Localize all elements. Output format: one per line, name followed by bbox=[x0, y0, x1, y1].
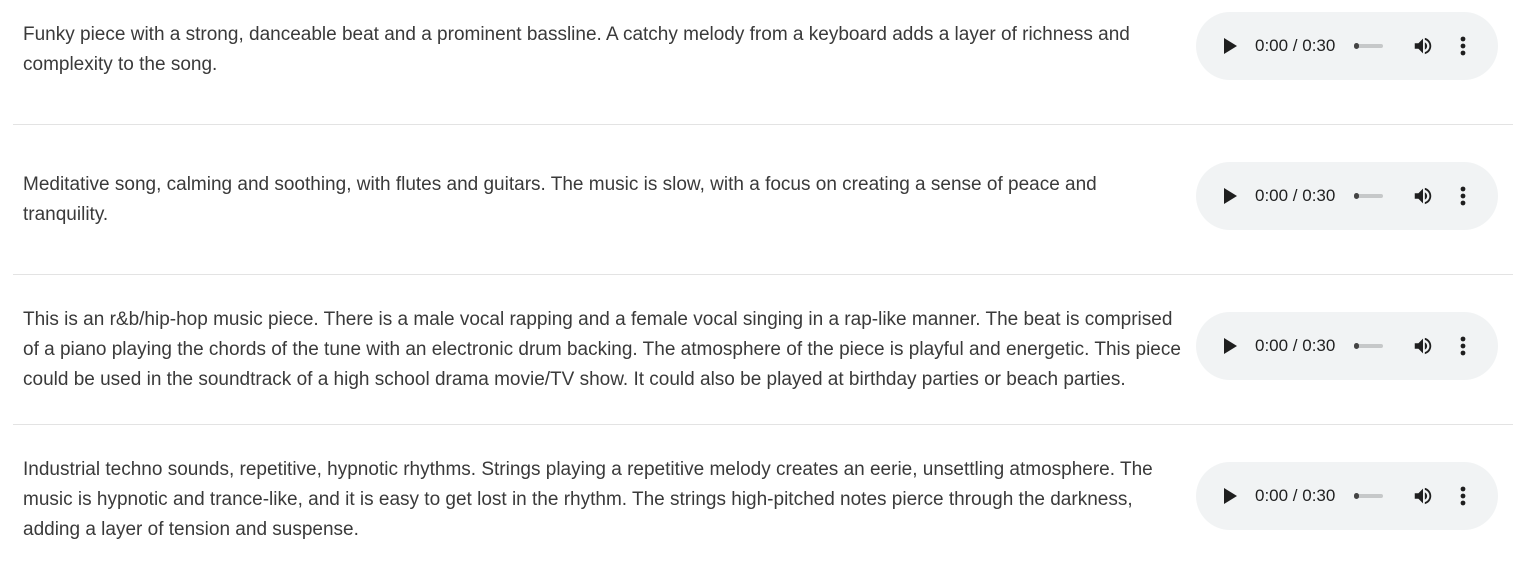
time-display: 0:00 / 0:30 bbox=[1255, 336, 1336, 355]
list-item: Meditative song, calming and soothing, w… bbox=[13, 125, 1513, 275]
play-button[interactable] bbox=[1214, 480, 1246, 512]
more-options-button[interactable] bbox=[1451, 182, 1475, 210]
track-description: Industrial techno sounds, repetitive, hy… bbox=[23, 425, 1183, 575]
list-item: This is an r&b/hip-hop music piece. Ther… bbox=[13, 275, 1513, 425]
volume-button[interactable] bbox=[1409, 32, 1437, 60]
volume-icon bbox=[1415, 337, 1432, 355]
seek-knob[interactable] bbox=[1354, 343, 1360, 349]
seek-knob[interactable] bbox=[1354, 493, 1360, 499]
time-display: 0:00 / 0:30 bbox=[1255, 186, 1336, 205]
play-icon bbox=[1224, 488, 1237, 504]
track-description-text: This is an r&b/hip-hop music piece. Ther… bbox=[23, 308, 1181, 390]
list-item: Industrial techno sounds, repetitive, hy… bbox=[13, 425, 1513, 575]
track-description: Meditative song, calming and soothing, w… bbox=[23, 125, 1183, 274]
seek-slider[interactable] bbox=[1354, 343, 1384, 349]
volume-icon bbox=[1415, 187, 1432, 205]
more-vertical-icon bbox=[1460, 336, 1466, 356]
seek-slider[interactable] bbox=[1354, 43, 1384, 49]
volume-icon bbox=[1415, 487, 1432, 505]
more-options-button[interactable] bbox=[1451, 32, 1475, 60]
more-options-button[interactable] bbox=[1451, 332, 1475, 360]
play-button[interactable] bbox=[1214, 330, 1246, 362]
seek-knob[interactable] bbox=[1354, 43, 1360, 49]
audio-player: 0:00 / 0:30 bbox=[1196, 162, 1498, 230]
more-vertical-icon bbox=[1460, 36, 1466, 56]
time-display: 0:00 / 0:30 bbox=[1255, 486, 1336, 505]
track-description-text: Meditative song, calming and soothing, w… bbox=[23, 173, 1097, 225]
more-options-button[interactable] bbox=[1451, 482, 1475, 510]
track-description: This is an r&b/hip-hop music piece. Ther… bbox=[23, 275, 1183, 424]
volume-button[interactable] bbox=[1409, 182, 1437, 210]
track-description-text: Industrial techno sounds, repetitive, hy… bbox=[23, 459, 1153, 540]
track-description: Funky piece with a strong, danceable bea… bbox=[23, 0, 1183, 124]
audio-player: 0:00 / 0:30 bbox=[1196, 12, 1498, 80]
volume-button[interactable] bbox=[1409, 332, 1437, 360]
play-button[interactable] bbox=[1214, 30, 1246, 62]
seek-knob[interactable] bbox=[1354, 193, 1360, 199]
play-icon bbox=[1224, 338, 1237, 354]
audio-player: 0:00 / 0:30 bbox=[1196, 312, 1498, 380]
play-icon bbox=[1224, 38, 1237, 54]
more-vertical-icon bbox=[1460, 486, 1466, 506]
track-description-text: Funky piece with a strong, danceable bea… bbox=[23, 23, 1130, 75]
more-vertical-icon bbox=[1460, 186, 1466, 206]
seek-slider[interactable] bbox=[1354, 493, 1384, 499]
list-item: Funky piece with a strong, danceable bea… bbox=[13, 0, 1513, 125]
volume-button[interactable] bbox=[1409, 482, 1437, 510]
audio-player: 0:00 / 0:30 bbox=[1196, 462, 1498, 530]
volume-icon bbox=[1415, 37, 1432, 55]
play-icon bbox=[1224, 188, 1237, 204]
play-button[interactable] bbox=[1214, 180, 1246, 212]
seek-slider[interactable] bbox=[1354, 193, 1384, 199]
time-display: 0:00 / 0:30 bbox=[1255, 36, 1336, 55]
